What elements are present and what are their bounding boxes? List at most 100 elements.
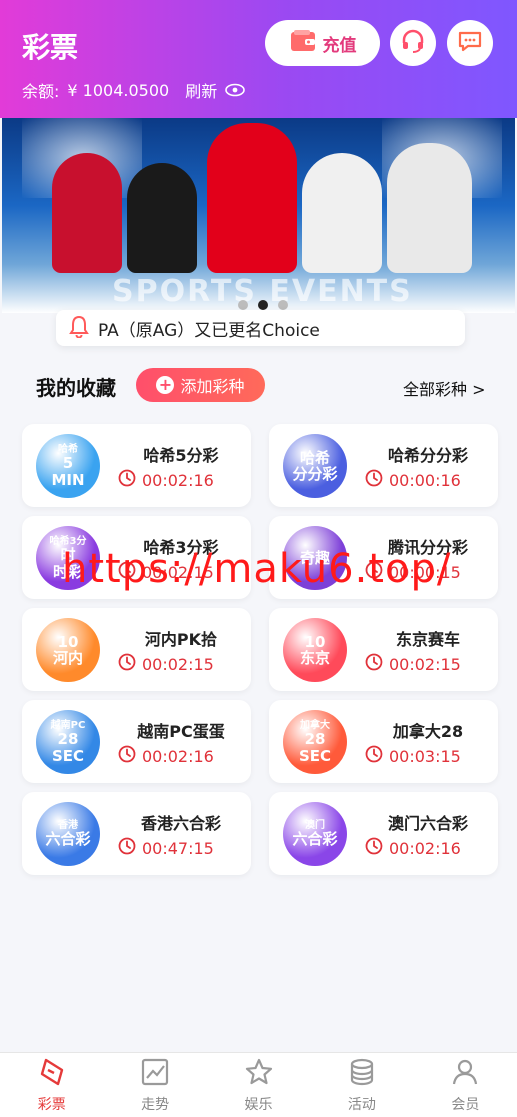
plus-icon: +: [156, 376, 175, 394]
nav-label: 娱乐: [244, 1097, 273, 1113]
countdown: 00:02:16: [365, 837, 461, 859]
promo-banner[interactable]: SPORTS EVENTS: [2, 118, 515, 313]
lottery-name: 加拿大28: [392, 722, 464, 741]
trend-icon: [139, 1056, 171, 1092]
lottery-card[interactable]: 10 东京 东京赛车 00:02:15: [269, 608, 498, 691]
countdown-time: 00:02:16: [142, 470, 214, 490]
carousel-dot[interactable]: [278, 300, 288, 310]
lottery-logo-icon: 奇趣: [283, 526, 347, 590]
lottery-name: 越南PC蛋蛋: [137, 722, 225, 741]
lottery-card[interactable]: 澳门 六合彩 澳门六合彩 00:02:16: [269, 792, 498, 875]
notice-bar[interactable]: PA（原AG）又已更名Choice: [56, 310, 465, 346]
lottery-name: 腾讯分分彩: [387, 538, 468, 557]
nav-label: 活动: [347, 1097, 376, 1113]
balance-row: 余额: ¥ 1004.0500 刷新: [22, 78, 246, 102]
add-lottery-label: 添加彩种: [180, 377, 245, 396]
lottery-name: 东京赛车: [395, 630, 460, 649]
nav-label: 会员: [451, 1097, 480, 1113]
lottery-logo-icon: 加拿大 28 SEC: [283, 710, 347, 774]
countdown-time: 00:00:16: [389, 470, 461, 490]
favorites-title: 我的收藏: [36, 376, 116, 400]
clock-icon: [118, 561, 136, 583]
lottery-logo-icon: 越南PC 28 SEC: [36, 710, 100, 774]
countdown: 00:00:15: [365, 561, 461, 583]
player-figure: [387, 143, 472, 273]
clock-icon: [118, 745, 136, 767]
clock-icon: [118, 837, 136, 859]
lottery-name: 哈希3分彩: [143, 538, 219, 557]
countdown-time: 00:03:15: [389, 746, 461, 766]
nav-item-star[interactable]: 娱乐: [207, 1053, 310, 1117]
lottery-icon: [36, 1056, 68, 1092]
carousel-dot[interactable]: [238, 300, 248, 310]
bottom-nav: 彩票 走势 娱乐 活动 会员: [0, 1052, 517, 1117]
clock-icon: [365, 653, 383, 675]
message-button[interactable]: [447, 20, 493, 66]
player-figure: [127, 163, 197, 273]
header: 彩票 余额: ¥ 1004.0500 刷新 充值: [0, 0, 517, 118]
countdown-time: 00:02:16: [142, 746, 214, 766]
lottery-card[interactable]: 奇趣 腾讯分分彩 00:00:15: [269, 516, 498, 599]
lottery-logo-icon: 10 东京: [283, 618, 347, 682]
lottery-logo-text: 28 SEC: [298, 730, 332, 765]
lottery-card[interactable]: 加拿大 28 SEC 加拿大28 00:03:15: [269, 700, 498, 783]
chat-icon: [457, 29, 483, 57]
recharge-label: 充值: [322, 35, 357, 56]
lottery-card[interactable]: 越南PC 28 SEC 越南PC蛋蛋 00:02:16: [22, 700, 251, 783]
refresh-button[interactable]: 刷新: [185, 78, 217, 102]
countdown: 00:02:16: [118, 745, 214, 767]
nav-label: 彩票: [37, 1097, 66, 1113]
nav-item-coins[interactable]: 活动: [310, 1053, 413, 1117]
lottery-logo-text: 六合彩: [45, 830, 91, 849]
countdown-time: 00:02:15: [142, 562, 214, 582]
lottery-logo-icon: 澳门 六合彩: [283, 802, 347, 866]
carousel-dots: [238, 300, 288, 310]
bell-icon: [68, 314, 90, 343]
all-lotteries-link[interactable]: 全部彩种 >: [403, 376, 486, 400]
player-figure: [52, 153, 122, 273]
lottery-logo-text: 10 东京: [299, 632, 330, 667]
lottery-card[interactable]: 10 河内 河内PK拾 00:02:15: [22, 608, 251, 691]
countdown: 00:00:16: [365, 469, 461, 491]
lottery-logo-icon: 哈希 5 MIN: [36, 434, 100, 498]
nav-item-trend[interactable]: 走势: [103, 1053, 206, 1117]
eye-icon[interactable]: [225, 80, 246, 100]
lottery-name: 哈希5分彩: [143, 446, 219, 465]
lottery-logo-text: 奇趣: [299, 548, 330, 567]
countdown: 00:02:15: [365, 653, 461, 675]
countdown-time: 00:02:15: [389, 654, 461, 674]
carousel-dot-active[interactable]: [258, 300, 268, 310]
nav-label: 走势: [141, 1097, 170, 1113]
player-figure: [302, 153, 382, 273]
lottery-logo-icon: 10 河内: [36, 618, 100, 682]
lottery-card[interactable]: 哈希 5 MIN 哈希5分彩 00:02:16: [22, 424, 251, 507]
clock-icon: [118, 469, 136, 491]
lottery-name: 香港六合彩: [140, 814, 221, 833]
notice-text: PA（原AG）又已更名Choice: [98, 320, 320, 341]
lottery-card[interactable]: 哈希3分时 时彩 哈希3分彩 00:02:15: [22, 516, 251, 599]
star-icon: [243, 1056, 275, 1092]
lottery-logo-text: 六合彩: [292, 830, 338, 849]
lottery-logo-icon: 香港 六合彩: [36, 802, 100, 866]
clock-icon: [365, 837, 383, 859]
lottery-logo-text: 10 河内: [52, 632, 83, 667]
countdown-time: 00:02:16: [389, 838, 461, 858]
nav-item-user[interactable]: 会员: [414, 1053, 517, 1117]
balance-label: 余额:: [22, 82, 60, 101]
lottery-name: 哈希分分彩: [387, 446, 468, 465]
countdown: 00:02:15: [118, 561, 214, 583]
customer-service-button[interactable]: [390, 20, 436, 66]
nav-item-lottery[interactable]: 彩票: [0, 1053, 103, 1117]
add-lottery-button[interactable]: + 添加彩种: [136, 368, 265, 402]
lottery-card[interactable]: 香港 六合彩 香港六合彩 00:47:15: [22, 792, 251, 875]
countdown: 00:02:16: [118, 469, 214, 491]
coins-icon: [346, 1056, 378, 1092]
user-icon: [449, 1056, 481, 1092]
lottery-name: 河内PK拾: [144, 630, 218, 649]
countdown: 00:02:15: [118, 653, 214, 675]
recharge-button[interactable]: 充值: [265, 20, 380, 66]
clock-icon: [118, 653, 136, 675]
page-title: 彩票: [22, 31, 79, 64]
lottery-logo-text: 28 SEC: [51, 730, 85, 765]
lottery-card[interactable]: 哈希 分分彩 哈希分分彩 00:00:16: [269, 424, 498, 507]
